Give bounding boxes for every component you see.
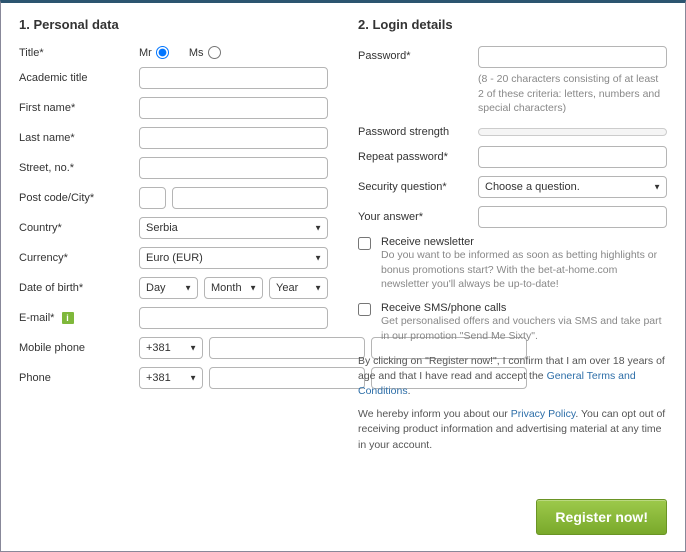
country-select[interactable]: Serbia	[139, 217, 328, 239]
firstname-label: First name*	[19, 102, 139, 114]
mobile-label: Mobile phone	[19, 342, 139, 354]
answer-label: Your answer*	[358, 211, 478, 223]
info-icon[interactable]: i	[62, 312, 74, 324]
phone-code-select[interactable]: +381	[139, 367, 203, 389]
privacy-link[interactable]: Privacy Policy	[511, 408, 576, 420]
registration-form: 1. Personal data Title* Mr Ms Academic t…	[0, 0, 686, 552]
title-mr-option[interactable]: Mr	[139, 46, 169, 59]
personal-data-section: 1. Personal data Title* Mr Ms Academic t…	[19, 17, 328, 453]
mobile-code-select[interactable]: +381	[139, 337, 203, 359]
newsletter-checkbox[interactable]	[358, 237, 371, 250]
title-mr-radio[interactable]	[156, 46, 169, 59]
title-ms-text: Ms	[189, 47, 204, 59]
password-label: Password*	[358, 46, 478, 62]
city-input[interactable]	[172, 187, 328, 209]
answer-input[interactable]	[478, 206, 667, 228]
strength-label: Password strength	[358, 126, 478, 138]
security-question-label: Security question*	[358, 181, 478, 193]
postcode-input[interactable]	[139, 187, 166, 209]
dob-year-select[interactable]: Year	[269, 277, 328, 299]
password-input[interactable]	[478, 46, 667, 68]
legal-terms: By clicking on "Register now!", I confir…	[358, 354, 667, 400]
email-input[interactable]	[139, 307, 328, 329]
newsletter-sub: Do you want to be informed as soon as be…	[381, 248, 667, 292]
country-label: Country*	[19, 222, 139, 234]
dob-day-select[interactable]: Day	[139, 277, 198, 299]
lastname-label: Last name*	[19, 132, 139, 144]
sms-label: Receive SMS/phone calls	[381, 302, 506, 314]
sms-sub: Get personalised offers and vouchers via…	[381, 314, 667, 343]
phone-area-input[interactable]	[209, 367, 365, 389]
sms-checkbox[interactable]	[358, 303, 371, 316]
repeat-password-input[interactable]	[478, 146, 667, 168]
dob-label: Date of birth*	[19, 282, 139, 294]
login-heading: 2. Login details	[358, 17, 667, 32]
legal-privacy: We hereby inform you about our Privacy P…	[358, 407, 667, 453]
newsletter-label: Receive newsletter	[381, 236, 474, 248]
mobile-area-input[interactable]	[209, 337, 365, 359]
title-mr-text: Mr	[139, 47, 152, 59]
password-strength-bar	[478, 128, 667, 136]
dob-month-select[interactable]: Month	[204, 277, 263, 299]
lastname-input[interactable]	[139, 127, 328, 149]
title-ms-option[interactable]: Ms	[189, 46, 221, 59]
login-details-section: 2. Login details Password* (8 - 20 chara…	[358, 17, 667, 453]
street-input[interactable]	[139, 157, 328, 179]
title-label: Title*	[19, 47, 139, 59]
email-label: E-mail* i	[19, 312, 139, 324]
currency-select[interactable]: Euro (EUR)	[139, 247, 328, 269]
academic-input[interactable]	[139, 67, 328, 89]
postcity-label: Post code/City*	[19, 192, 139, 204]
currency-label: Currency*	[19, 252, 139, 264]
academic-label: Academic title	[19, 72, 139, 84]
repeat-password-label: Repeat password*	[358, 151, 478, 163]
street-label: Street, no.*	[19, 162, 139, 174]
title-ms-radio[interactable]	[208, 46, 221, 59]
personal-heading: 1. Personal data	[19, 17, 328, 32]
register-button[interactable]: Register now!	[536, 499, 667, 535]
firstname-input[interactable]	[139, 97, 328, 119]
email-label-text: E-mail*	[19, 312, 54, 324]
legal2-text-a: We hereby inform you about our	[358, 408, 511, 420]
password-hint: (8 - 20 characters consisting of at leas…	[478, 72, 667, 116]
phone-label: Phone	[19, 372, 139, 384]
security-question-select[interactable]: Choose a question.	[478, 176, 667, 198]
